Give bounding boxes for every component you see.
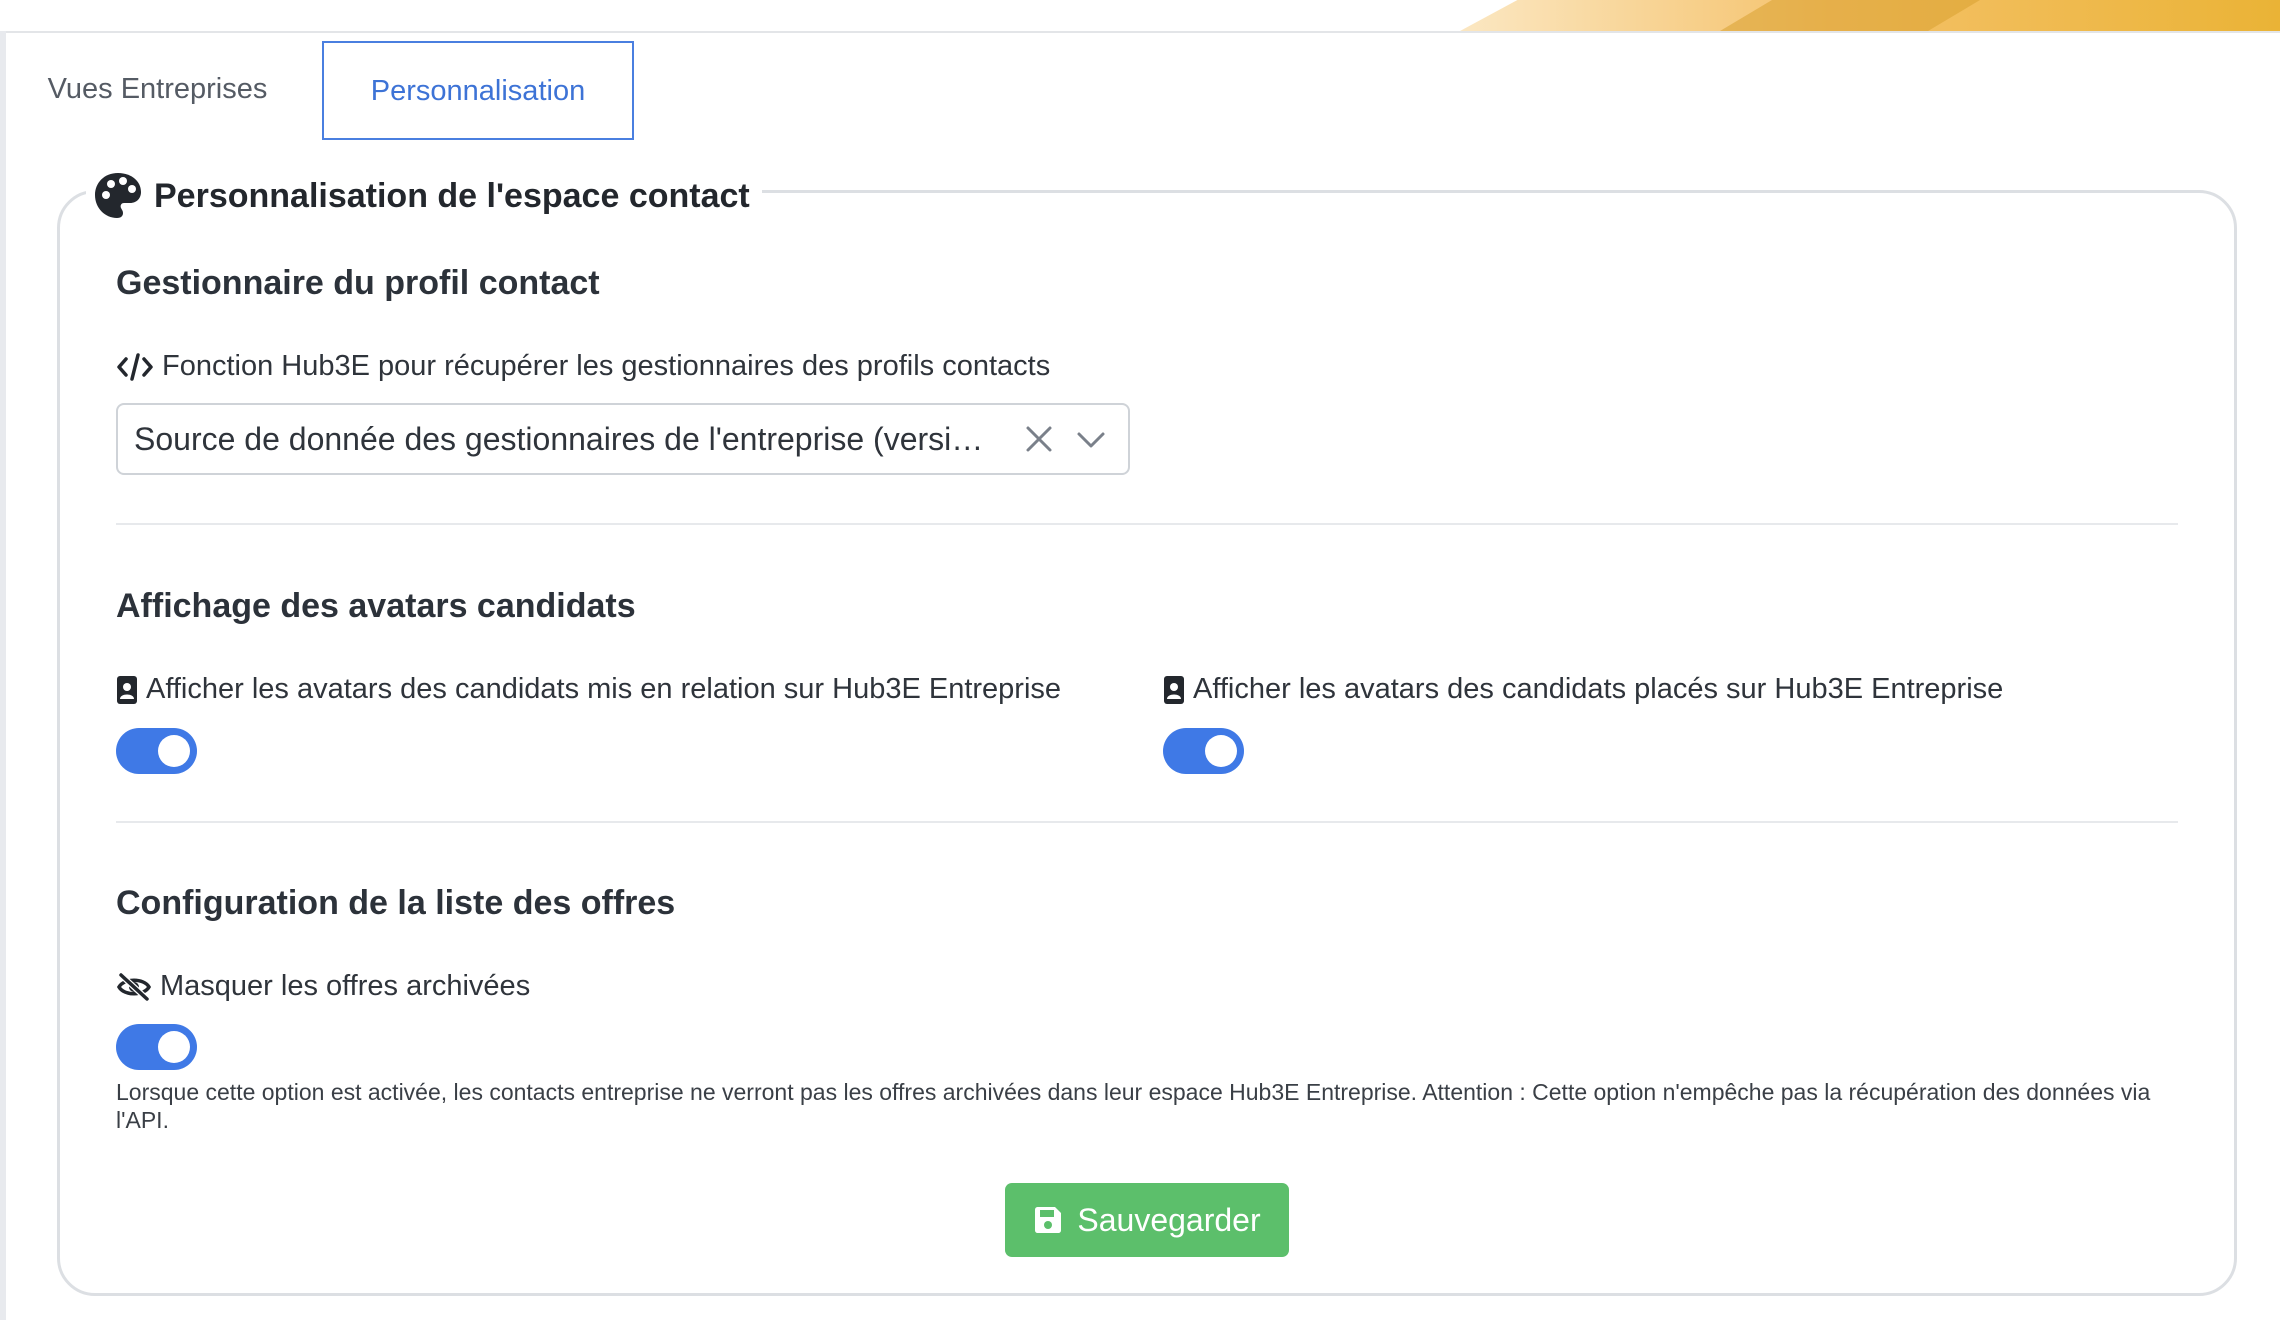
manager-source-select[interactable]: Source de donnée des gestionnaires de l'… [116,403,1130,475]
section-divider [116,523,2178,525]
avatars-placed-label-text: Afficher les avatars des candidats placé… [1193,673,2004,705]
save-button[interactable]: Sauvegarder [1005,1183,1289,1257]
toggle-knob [158,1031,190,1063]
tab-bar: Vues Entreprises Personnalisation [6,33,2280,142]
section-divider [116,821,2178,823]
eye-slash-icon [116,971,152,1002]
hide-archived-label-text: Masquer les offres archivées [160,970,531,1002]
tab-vues-entreprises[interactable]: Vues Entreprises [6,41,309,138]
avatars-placed-toggle[interactable] [1163,728,1244,774]
toggle-knob [158,735,190,767]
clear-icon[interactable] [1023,423,1055,455]
avatars-related-label: Afficher les avatars des candidats mis e… [116,673,1061,706]
manager-field-label: Fonction Hub3E pour récupérer les gestio… [116,350,1050,383]
manager-section-title: Gestionnaire du profil contact [116,264,600,302]
avatars-placed-label: Afficher les avatars des candidats placé… [1163,673,2003,706]
main-content: Personnalisation de l'espace contact Ges… [6,140,2280,1320]
save-button-label: Sauvegarder [1077,1201,1261,1238]
contact-card-icon [117,675,137,704]
hide-archived-toggle[interactable] [116,1024,197,1070]
hide-archived-help-text: Lorsque cette option est activée, les co… [116,1079,2151,1133]
palette-icon [95,173,141,218]
avatars-section-title: Affichage des avatars candidats [116,587,636,625]
select-value: Source de donnée des gestionnaires de l'… [134,421,984,457]
chevron-down-icon[interactable] [1076,425,1106,455]
offers-section-title: Configuration de la liste des offres [116,884,676,922]
panel-title: Personnalisation de l'espace contact [154,176,750,215]
avatars-related-toggle[interactable] [116,728,197,774]
tab-personnalisation[interactable]: Personnalisation [322,41,634,140]
floppy-disk-icon [1035,1207,1062,1233]
manager-field-label-text: Fonction Hub3E pour récupérer les gestio… [162,350,1051,382]
code-icon [117,352,153,381]
contact-card-icon [1164,675,1184,704]
avatars-related-label-text: Afficher les avatars des candidats mis e… [146,673,1062,705]
toggle-knob [1205,735,1237,767]
hide-archived-label: Masquer les offres archivées [116,970,530,1003]
top-header-bar [0,0,2280,33]
panel-legend: Personnalisation de l'espace contact [86,170,762,222]
